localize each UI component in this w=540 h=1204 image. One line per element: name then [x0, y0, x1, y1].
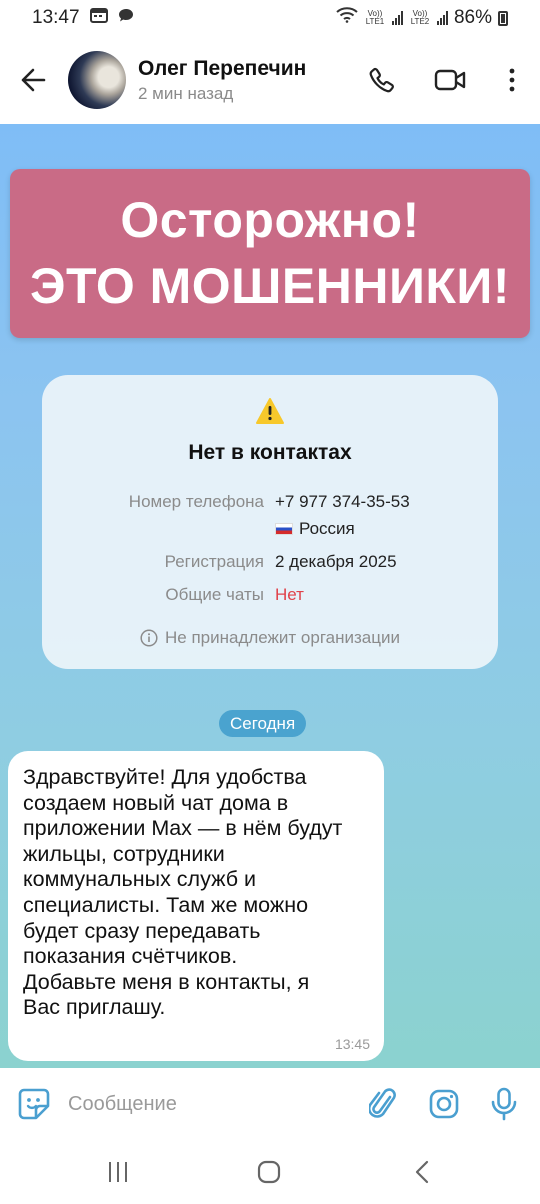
organization-note-text: Не принадлежит организации	[165, 628, 400, 647]
system-nav-bar	[0, 1140, 540, 1204]
camera-icon	[429, 1089, 459, 1119]
recent-apps-button[interactable]	[88, 1154, 148, 1190]
sim2-signal-icon	[436, 11, 448, 25]
date-separator: Сегодня	[219, 710, 307, 737]
sticker-icon	[18, 1088, 50, 1120]
more-vertical-icon	[509, 68, 515, 92]
more-button[interactable]	[484, 50, 540, 110]
chat-header: Олег Перепечин 2 мин назад	[0, 36, 540, 124]
voice-message-button[interactable]	[474, 1074, 534, 1134]
chevron-left-icon	[415, 1160, 429, 1184]
home-icon	[257, 1160, 281, 1184]
info-icon	[140, 629, 158, 647]
sticker-button[interactable]	[0, 1068, 68, 1140]
avatar[interactable]	[68, 51, 126, 109]
sim2-label: Vo)) LTE2	[410, 9, 430, 26]
country-name: Россия	[299, 519, 355, 538]
last-seen-status: 2 мин назад	[138, 83, 234, 103]
info-label-phone: Номер телефона	[128, 492, 264, 511]
attach-button[interactable]	[354, 1074, 414, 1134]
country-value: Россия	[275, 519, 355, 539]
chat-notification-icon	[118, 7, 134, 29]
message-text: Здравствуйте! Для удобства создаем новый…	[23, 765, 343, 1020]
sim1-signal-icon	[391, 11, 403, 25]
contact-info[interactable]: Олег Перепечин 2 мин назад	[138, 57, 306, 104]
incoming-message[interactable]: Здравствуйте! Для удобства создаем новый…	[8, 751, 384, 1061]
paperclip-icon	[369, 1088, 396, 1118]
phone-icon	[369, 67, 394, 93]
contact-name: Олег Перепечин	[138, 56, 307, 80]
warning-triangle-icon	[256, 398, 284, 424]
battery-percent: 86%	[453, 7, 492, 28]
message-time: 13:45	[334, 1036, 370, 1052]
home-button[interactable]	[239, 1154, 299, 1190]
card-title: Нет в контактах	[188, 441, 352, 464]
status-time: 13:47	[32, 7, 80, 28]
back-arrow-icon	[21, 68, 46, 92]
video-icon	[434, 69, 466, 91]
wifi-icon	[336, 7, 358, 29]
common-chats-value: Нет	[275, 585, 304, 604]
call-button[interactable]	[348, 50, 416, 110]
fraud-warning-banner: Осторожно! ЭТО МОШЕННИКИ!	[10, 169, 530, 338]
back-nav-button[interactable]	[392, 1154, 452, 1190]
calendar-notification-icon	[89, 7, 108, 29]
back-button[interactable]	[0, 36, 66, 124]
russia-flag-icon	[275, 523, 293, 535]
organization-note: Не принадлежит организации	[42, 628, 498, 648]
registration-date: 2 декабря 2025	[275, 552, 397, 571]
video-call-button[interactable]	[416, 50, 484, 110]
battery-icon	[498, 10, 508, 26]
message-input[interactable]: Сообщение	[68, 1093, 354, 1116]
camera-button[interactable]	[414, 1074, 474, 1134]
microphone-icon	[491, 1087, 517, 1121]
warning-line-2: ЭТО МОШЕННИКИ!	[29, 258, 511, 314]
status-bar: 13:47 Vo)) LTE1 Vo)) LTE2 86%	[0, 0, 540, 36]
sim1-label: Vo)) LTE1	[365, 9, 385, 26]
recent-apps-icon	[109, 1162, 127, 1182]
info-label-common-chats: Общие чаты	[165, 585, 264, 604]
phone-number[interactable]: +7 977 374-35-53	[275, 492, 410, 512]
warning-line-1: Осторожно!	[120, 192, 420, 248]
chat-area[interactable]: Осторожно! ЭТО МОШЕННИКИ! Нет в контакта…	[0, 124, 540, 1068]
unknown-contact-card: Нет в контактах Номер телефона +7 977 37…	[42, 375, 498, 669]
info-label-registration: Регистрация	[164, 552, 264, 571]
message-input-bar: Сообщение	[0, 1068, 540, 1140]
